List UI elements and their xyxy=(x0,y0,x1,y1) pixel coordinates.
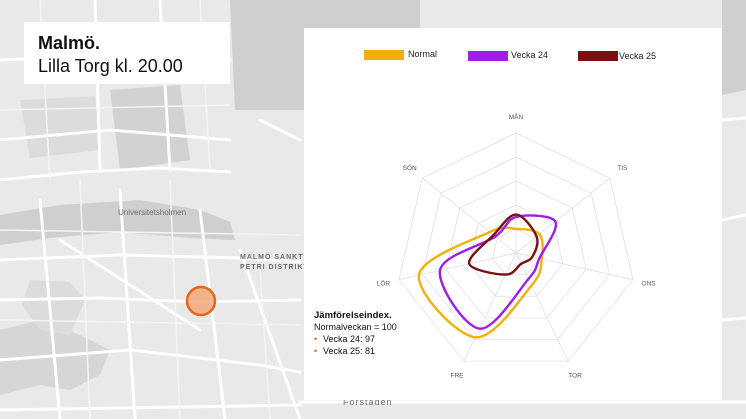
location-marker[interactable] xyxy=(184,284,218,318)
radar-axis-label-ons: ONS xyxy=(642,280,657,287)
radar-axis-label-sön: SÖN xyxy=(403,164,417,172)
radar-axis-label-fre: FRE xyxy=(450,373,464,380)
page-title: Malmö. xyxy=(38,33,101,53)
radar-axis-label-tis: TIS xyxy=(617,165,628,172)
bullet-icon: • xyxy=(314,334,318,344)
radar-axis-label-mån: MÅN xyxy=(509,112,524,121)
radar-axis-label-lör: LÖR xyxy=(377,279,391,287)
radar-spoke xyxy=(515,252,569,362)
comparison-title: Jämförelseindex. xyxy=(314,310,392,321)
comparison-subtitle: Normalveckan = 100 xyxy=(314,322,397,332)
comparison-item-text: Vecka 24: 97 xyxy=(323,334,376,344)
map-label-district-line2: PETRI DISTRIKT xyxy=(240,264,309,271)
map-label-district-line1: MALMÖ SANKT xyxy=(240,254,304,261)
map-label-district: MALMÖ SANKT PETRI DISTRIKT xyxy=(240,253,309,273)
chart-panel: Normal Vecka 24 Vecka 25 MÅN TIS ONS TOR FRE… xyxy=(304,28,722,400)
title-box: Malmö. Lilla Torg kl. 20.00 xyxy=(24,22,230,84)
map-label-universitetsholmen: Universitetsholmen xyxy=(118,208,187,217)
comparison-item-text: Vecka 25: 81 xyxy=(323,346,376,356)
radar-axis-label-tor: TOR xyxy=(568,373,582,380)
page-subtitle: Lilla Torg kl. 20.00 xyxy=(38,56,183,76)
radar-spoke xyxy=(398,252,517,281)
comparison-item: • Vecka 25: 81 xyxy=(314,346,397,356)
comparison-item: • Vecka 24: 97 xyxy=(314,334,397,344)
comparison-index: Jämförelseindex. Normalveckan = 100 • Ve… xyxy=(314,310,397,356)
bullet-icon: • xyxy=(314,346,318,356)
